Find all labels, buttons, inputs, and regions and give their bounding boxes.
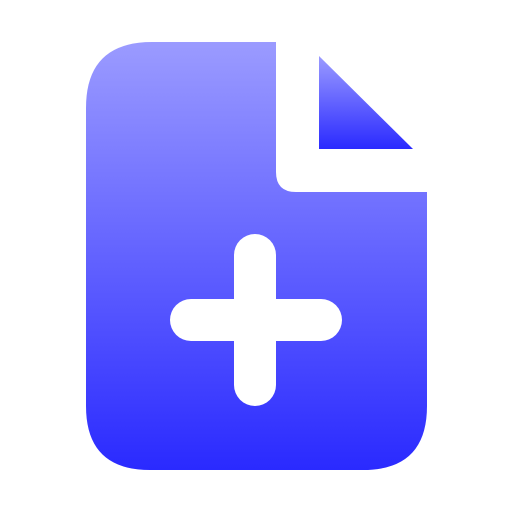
add-file-icon (86, 42, 427, 470)
folded-corner (319, 56, 413, 149)
icon-canvas (0, 0, 512, 512)
plus-horizontal-bar (170, 299, 342, 341)
